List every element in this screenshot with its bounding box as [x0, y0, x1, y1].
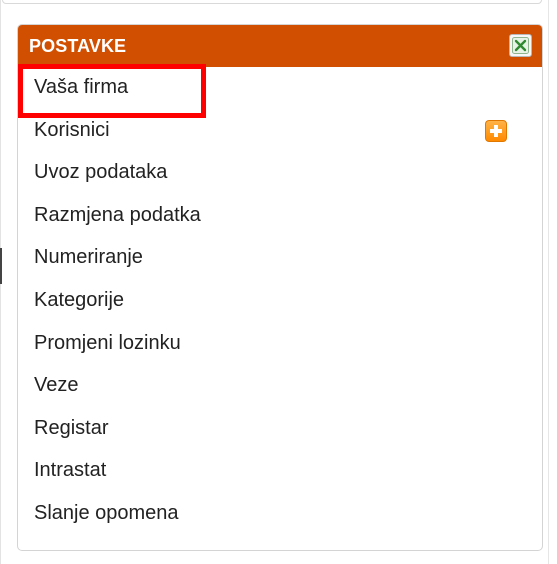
plus-icon[interactable] [485, 119, 507, 142]
left-edge-marker [0, 248, 2, 284]
menu-item-label: Intrastat [34, 459, 107, 482]
close-x-icon [512, 37, 529, 54]
menu-item-promjeni-lozinku[interactable]: Promjeni lozinku [18, 323, 542, 366]
settings-menu: Vaša firma Korisnici Uvoz podataka Razmj… [18, 67, 542, 536]
menu-item-label: Kategorije [34, 288, 125, 311]
right-border [548, 0, 549, 564]
menu-item-label: Numeriranje [34, 246, 143, 269]
panel-title: POSTAVKE [29, 36, 127, 56]
menu-item-korisnici[interactable]: Korisnici [18, 110, 542, 153]
menu-item-label: Veze [34, 374, 79, 397]
menu-item-slanje-opomena[interactable]: Slanje opomena [18, 493, 542, 536]
menu-item-kategorije[interactable]: Kategorije [18, 280, 542, 323]
menu-item-label: Razmjena podatka [34, 203, 201, 226]
settings-panel: POSTAVKE Vaša firma Korisnici Uvoz podat… [17, 24, 543, 551]
menu-item-numeriranje[interactable]: Numeriranje [18, 237, 542, 280]
menu-item-vasa-firma[interactable]: Vaša firma [18, 67, 542, 110]
menu-item-label: Promjeni lozinku [34, 331, 181, 354]
panel-header: POSTAVKE [18, 25, 542, 67]
menu-item-label: Vaša firma [34, 76, 129, 98]
menu-item-label: Registar [34, 416, 109, 439]
close-button[interactable] [509, 34, 532, 57]
menu-item-registar[interactable]: Registar [18, 408, 542, 451]
menu-item-razmjena-podatka[interactable]: Razmjena podatka [18, 195, 542, 238]
page-frame-top [2, 0, 542, 4]
menu-item-veze[interactable]: Veze [18, 365, 542, 408]
menu-item-label: Uvoz podataka [34, 161, 168, 184]
menu-item-uvoz-podataka[interactable]: Uvoz podataka [18, 152, 542, 195]
menu-item-label: Slanje opomena [34, 501, 179, 524]
menu-item-label: Korisnici [34, 118, 110, 141]
menu-item-intrastat[interactable]: Intrastat [18, 450, 542, 493]
